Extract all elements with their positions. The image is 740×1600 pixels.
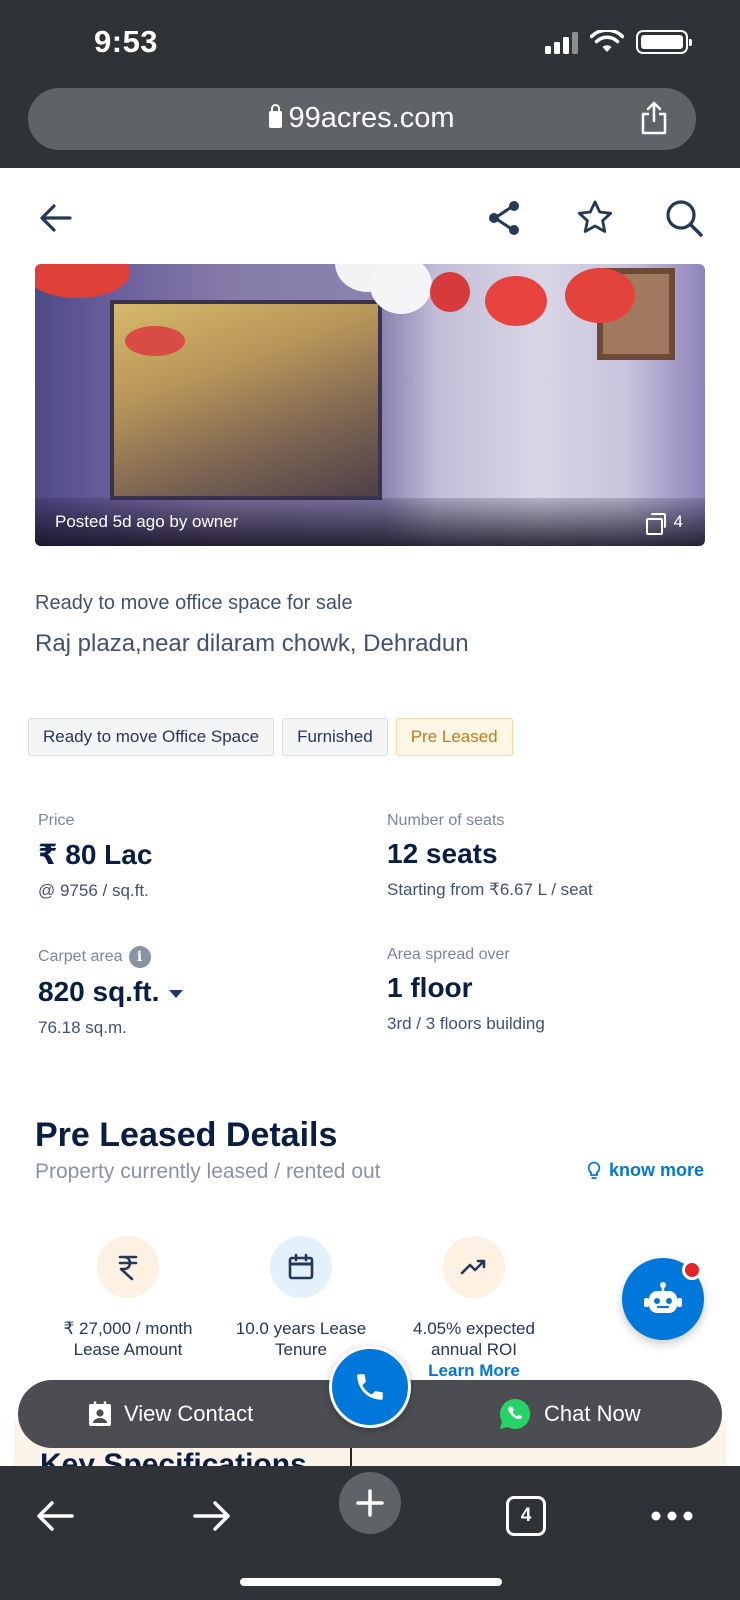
browser-chrome-top: 9:53 99acres.com — [0, 0, 740, 168]
price-per-sqft: @ 9756 / sq.ft. — [38, 881, 149, 900]
section-subtitle: Property currently leased / rented out — [35, 1160, 381, 1183]
seats-price: Starting from ₹6.67 L / seat — [387, 880, 593, 899]
url-bar[interactable]: 99acres.com — [28, 88, 696, 150]
calendar-icon — [288, 1253, 314, 1280]
more-button[interactable] — [642, 1486, 702, 1546]
search-icon[interactable] — [664, 198, 704, 238]
photo-caption: Posted 5d ago by owner — [55, 512, 239, 531]
info-icon[interactable]: i — [128, 946, 151, 968]
status-time: 9:53 — [94, 24, 159, 59]
fact-seats: Number of seats 12 seats Starting from ₹… — [387, 812, 707, 900]
star-icon[interactable] — [575, 198, 615, 238]
tag-list: Ready to move Office Space Furnished Pre… — [28, 718, 513, 756]
learn-more-link[interactable]: Learn More — [388, 1360, 560, 1381]
tag-pre-leased: Pre Leased — [395, 718, 513, 756]
notification-badge — [682, 1260, 702, 1280]
seats-value: 12 seats — [387, 838, 498, 869]
floors-value: 1 floor — [387, 972, 473, 1003]
phone-icon — [357, 1374, 383, 1400]
roi-value: 4.05% expected — [413, 1319, 535, 1338]
lock-icon — [269, 104, 283, 128]
lightbulb-icon — [587, 1161, 601, 1179]
listing-type: Ready to move office space for sale — [35, 592, 353, 614]
carpet-area-sqm: 76.18 sq.m. — [38, 1018, 127, 1037]
carpet-area-value: 820 sq.ft. — [38, 976, 160, 1007]
back-arrow-icon — [37, 1501, 74, 1531]
robot-icon — [644, 1282, 682, 1313]
view-contact-button[interactable]: View Contact — [88, 1380, 253, 1448]
lease-tenure: 10.0 years Lease Tenure — [215, 1236, 387, 1360]
whatsapp-icon — [499, 1398, 531, 1429]
carpet-area-label: Carpet area — [38, 948, 123, 965]
section-title: Pre Leased Details — [35, 1116, 338, 1154]
know-more-link[interactable]: know more — [587, 1160, 704, 1181]
browser-back-button[interactable] — [25, 1486, 85, 1546]
tab-count: 4 — [506, 1496, 546, 1536]
status-icons — [545, 30, 692, 54]
floors-label: Area spread over — [387, 946, 510, 963]
contact-card-icon — [89, 1401, 111, 1426]
tabs-button[interactable]: 4 — [496, 1486, 556, 1546]
chat-now-button[interactable]: Chat Now — [498, 1380, 641, 1448]
price-label: Price — [38, 812, 75, 829]
carpet-area-toggle[interactable]: 820 sq.ft. — [38, 976, 358, 1008]
rupee-icon — [118, 1255, 138, 1281]
forward-arrow-icon — [193, 1501, 230, 1531]
more-dots-icon — [651, 1511, 693, 1521]
cellular-signal-icon — [545, 30, 578, 54]
floors-building: 3rd / 3 floors building — [387, 1014, 545, 1033]
roi-label: annual ROI — [431, 1340, 517, 1359]
gallery-icon — [645, 513, 666, 535]
tag-furnished: Furnished — [282, 718, 388, 756]
share-icon[interactable] — [638, 100, 670, 136]
photo-count[interactable]: 4 — [645, 512, 683, 535]
lease-amount: ₹ 27,000 / month Lease Amount — [42, 1236, 214, 1360]
browser-forward-button[interactable] — [182, 1486, 242, 1546]
chevron-down-icon — [169, 990, 184, 998]
share-nodes-icon[interactable] — [484, 198, 524, 238]
tag-ready-to-move: Ready to move Office Space — [28, 718, 275, 756]
app-header — [0, 168, 740, 260]
lease-tenure-value: 10.0 years Lease — [235, 1319, 367, 1338]
fact-floors: Area spread over 1 floor 3rd / 3 floors … — [387, 946, 707, 1034]
plus-icon — [356, 1489, 384, 1517]
back-arrow-icon[interactable] — [36, 198, 76, 238]
home-indicator — [240, 1578, 502, 1586]
new-tab-button[interactable] — [339, 1472, 401, 1534]
trending-up-icon — [460, 1259, 486, 1275]
wifi-icon — [590, 30, 624, 52]
fact-price: Price ₹ 80 Lac @ 9756 / sq.ft. — [38, 812, 358, 901]
url-text: 99acres.com — [288, 102, 455, 134]
lease-roi: 4.05% expected annual ROI Learn More — [388, 1236, 560, 1381]
lease-amount-value: ₹ 27,000 / month — [63, 1319, 193, 1338]
battery-icon — [636, 30, 692, 54]
fact-carpet-area: Carpet area i 820 sq.ft. 76.18 sq.m. — [38, 946, 358, 1038]
property-photo[interactable]: Posted 5d ago by owner 4 — [35, 264, 705, 546]
listing-address: Raj plaza,near dilaram chowk, Dehradun — [35, 630, 469, 657]
seats-label: Number of seats — [387, 812, 505, 829]
chatbot-button[interactable] — [622, 1258, 704, 1340]
lease-amount-label: Lease Amount — [73, 1340, 183, 1359]
call-button[interactable] — [329, 1346, 411, 1428]
price-value: ₹ 80 Lac — [38, 839, 153, 870]
